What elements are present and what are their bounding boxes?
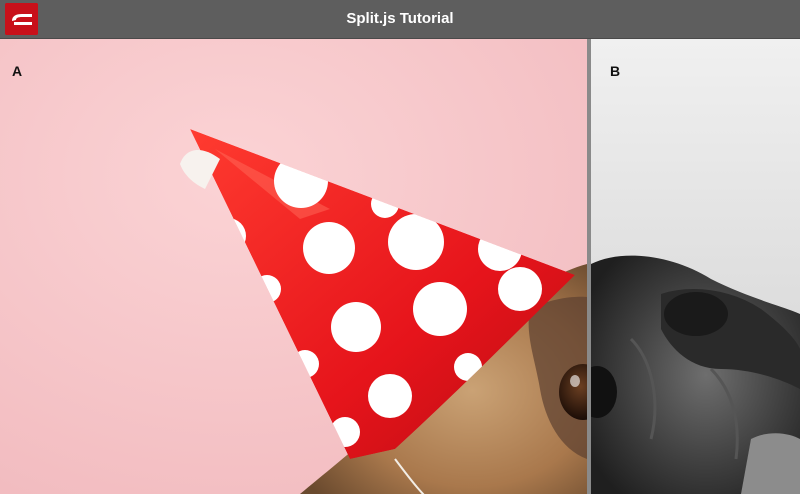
pane-b-label: B (610, 63, 621, 79)
pane-b: B (591, 39, 800, 494)
pane-a-label: A (12, 63, 23, 79)
pug-nose (664, 292, 728, 336)
grayscale-pug-image (591, 39, 800, 494)
color-pug-image (0, 39, 587, 494)
window-title: Split.js Tutorial (346, 10, 454, 27)
split-container: A B (0, 39, 800, 494)
window-titlebar: Split.js Tutorial (0, 0, 800, 39)
pane-a: A (0, 39, 587, 494)
